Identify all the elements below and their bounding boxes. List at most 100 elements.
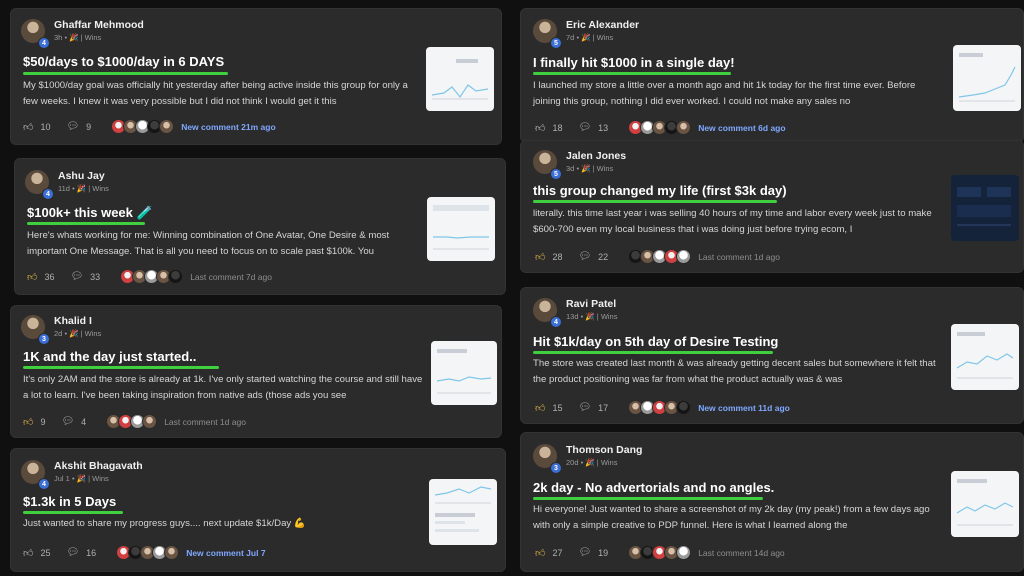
author-name[interactable]: Thomson Dang bbox=[566, 444, 642, 457]
post-card[interactable]: 4 Ravi Patel 13d • 🎉 | Wins Hit $1k/day … bbox=[520, 287, 1024, 424]
comment-count: 19 bbox=[598, 547, 609, 558]
author-name[interactable]: Khalid I bbox=[54, 315, 101, 328]
post-card[interactable]: 3 Thomson Dang 20d • 🎉 | Wins 2k day - N… bbox=[520, 432, 1024, 572]
chart-thumbnail-icon bbox=[433, 205, 489, 250]
post-thumbnail[interactable] bbox=[953, 45, 1021, 111]
avatar bbox=[142, 414, 158, 429]
post-card[interactable]: 5 Jalen Jones 3d • 🎉 | Wins this group c… bbox=[520, 140, 1024, 273]
post-card[interactable]: 4 Ashu Jay 11d • 🎉 | Wins $100k+ this we… bbox=[14, 158, 506, 295]
party-icon: 🎉 bbox=[76, 474, 87, 483]
post-category: Wins bbox=[84, 33, 102, 42]
like-count: 28 bbox=[552, 251, 563, 262]
post-thumbnail[interactable] bbox=[951, 324, 1019, 390]
thumbs-up-icon[interactable]: 👍︎ bbox=[27, 271, 37, 283]
thumbs-up-icon[interactable]: 👍︎ bbox=[535, 251, 545, 263]
post-title[interactable]: $100k+ this week 🧪 bbox=[27, 205, 153, 221]
comment-bubble-icon[interactable]: 💬︎ bbox=[578, 547, 591, 558]
thumbs-up-icon[interactable]: 👍︎ bbox=[535, 122, 545, 134]
comment-activity[interactable]: Last comment 7d ago bbox=[190, 272, 272, 282]
comment-bubble-icon[interactable]: 💬︎ bbox=[66, 547, 79, 558]
post-thumbnail[interactable] bbox=[426, 47, 494, 111]
commenter-avatars bbox=[106, 414, 158, 429]
author-name[interactable]: Ghaffar Mehmood bbox=[54, 19, 144, 32]
title-highlight bbox=[533, 72, 731, 75]
avatar[interactable]: 4 bbox=[25, 170, 54, 200]
post-author: 4 Akshit Bhagavath Jul 1 • 🎉 | Wins bbox=[21, 460, 143, 490]
party-icon: 🎉 bbox=[581, 164, 591, 173]
comment-bubble-icon[interactable]: 💬︎ bbox=[66, 121, 79, 132]
post-body: I launched my store a little over a mont… bbox=[533, 80, 916, 107]
post-meta: 2d • 🎉 | Wins bbox=[54, 329, 102, 338]
author-name[interactable]: Akshit Bhagavath bbox=[54, 460, 143, 473]
avatar[interactable]: 5 bbox=[533, 150, 562, 180]
comment-bubble-icon[interactable]: 💬︎ bbox=[61, 416, 74, 427]
comment-count: 33 bbox=[90, 271, 101, 282]
post-meta: 3h • 🎉 | Wins bbox=[54, 33, 102, 42]
chart-thumbnail-icon bbox=[956, 332, 1014, 379]
separator: • bbox=[64, 33, 68, 42]
comment-bubble-icon[interactable]: 💬︎ bbox=[578, 402, 591, 413]
thumbs-up-icon[interactable]: 👍︎ bbox=[23, 416, 33, 428]
comment-activity[interactable]: Last comment 1d ago bbox=[698, 252, 780, 262]
post-meta: 7d • 🎉 | Wins bbox=[566, 33, 614, 42]
comment-activity[interactable]: Last comment 1d ago bbox=[164, 417, 246, 427]
thumbs-up-icon[interactable]: 👍︎ bbox=[535, 547, 545, 559]
comment-activity[interactable]: New comment 11d ago bbox=[698, 403, 790, 413]
post-title[interactable]: 1K and the day just started.. bbox=[23, 349, 196, 364]
right-column: 5 Eric Alexander 7d • 🎉 | Wins I finally… bbox=[512, 0, 1024, 576]
post-title[interactable]: $50/days to $1000/day in 6 DAYS bbox=[23, 54, 224, 69]
post-title[interactable]: 2k day - No advertorials and no angles. bbox=[533, 480, 774, 495]
post-thumbnail[interactable] bbox=[951, 471, 1019, 537]
post-body: Here's whats working for me: Winning com… bbox=[27, 230, 390, 257]
post-thumbnail[interactable] bbox=[431, 341, 497, 405]
thumbs-up-icon[interactable]: 👍︎ bbox=[23, 547, 33, 559]
post-title[interactable]: Hit $1k/day on 5th day of Desire Testing bbox=[533, 334, 778, 349]
post-thumbnail[interactable] bbox=[429, 479, 497, 545]
comment-bubble-icon[interactable]: 💬︎ bbox=[578, 122, 591, 133]
thumbs-up-icon[interactable]: 👍︎ bbox=[23, 121, 33, 133]
post-card[interactable]: 4 Ghaffar Mehmood 3h • 🎉 | Wins $50/days… bbox=[10, 8, 502, 145]
post-title[interactable]: I finally hit $1000 in a single day! bbox=[533, 55, 735, 70]
avatar[interactable]: 4 bbox=[533, 298, 562, 328]
comment-count: 17 bbox=[598, 402, 609, 413]
post-card[interactable]: 4 Akshit Bhagavath Jul 1 • 🎉 | Wins $1.3… bbox=[10, 448, 506, 572]
comment-activity[interactable]: New comment Jul 7 bbox=[186, 548, 265, 558]
post-category: Wins bbox=[596, 164, 614, 173]
post-footer: 👍︎ 25 💬︎ 16 New comment Jul 7 bbox=[23, 545, 266, 560]
post-thumbnail[interactable] bbox=[951, 175, 1019, 241]
post-card[interactable]: 3 Khalid I 2d • 🎉 | Wins 1K and the day … bbox=[10, 305, 502, 438]
author-name[interactable]: Jalen Jones bbox=[566, 150, 626, 163]
post-footer: 👍︎ 36 💬︎ 33 Last comment 7d ago bbox=[27, 269, 272, 284]
post-title[interactable]: this group changed my life (first $3k da… bbox=[533, 183, 787, 198]
post-category: Wins bbox=[92, 184, 109, 193]
comment-bubble-icon[interactable]: 💬︎ bbox=[578, 251, 591, 262]
avatar[interactable]: 5 bbox=[533, 19, 562, 49]
author-name[interactable]: Ashu Jay bbox=[58, 170, 109, 183]
avatar[interactable]: 4 bbox=[21, 460, 50, 490]
comment-activity[interactable]: New comment 6d ago bbox=[698, 123, 785, 133]
party-icon: 🎉 bbox=[585, 312, 595, 321]
separator: • bbox=[580, 458, 584, 467]
avatar[interactable]: 3 bbox=[21, 315, 50, 345]
comment-activity[interactable]: New comment 21m ago bbox=[181, 122, 275, 132]
post-footer: 👍︎ 27 💬︎ 19 Last comment 14d ago bbox=[535, 545, 785, 560]
comment-activity[interactable]: Last comment 14d ago bbox=[698, 548, 784, 558]
title-highlight bbox=[27, 222, 145, 225]
comment-bubble-icon[interactable]: 💬︎ bbox=[70, 271, 83, 282]
post-title[interactable]: $1.3k in 5 Days bbox=[23, 494, 116, 509]
post-card[interactable]: 5 Eric Alexander 7d • 🎉 | Wins I finally… bbox=[520, 8, 1024, 143]
post-thumbnail[interactable] bbox=[427, 197, 495, 261]
like-count: 18 bbox=[552, 122, 563, 133]
avatar[interactable]: 4 bbox=[21, 19, 50, 49]
thumbs-up-icon[interactable]: 👍︎ bbox=[535, 402, 545, 414]
author-name[interactable]: Eric Alexander bbox=[566, 19, 639, 32]
post-author: 5 Jalen Jones 3d • 🎉 | Wins bbox=[533, 150, 626, 180]
level-badge: 4 bbox=[42, 188, 54, 200]
avatar[interactable]: 3 bbox=[533, 444, 562, 474]
separator: • bbox=[576, 33, 580, 42]
author-name[interactable]: Ravi Patel bbox=[566, 298, 617, 311]
title-highlight bbox=[533, 497, 763, 500]
post-time: 11d bbox=[58, 184, 70, 193]
left-column: 4 Ghaffar Mehmood 3h • 🎉 | Wins $50/days… bbox=[0, 0, 512, 576]
level-badge: 5 bbox=[550, 37, 562, 49]
